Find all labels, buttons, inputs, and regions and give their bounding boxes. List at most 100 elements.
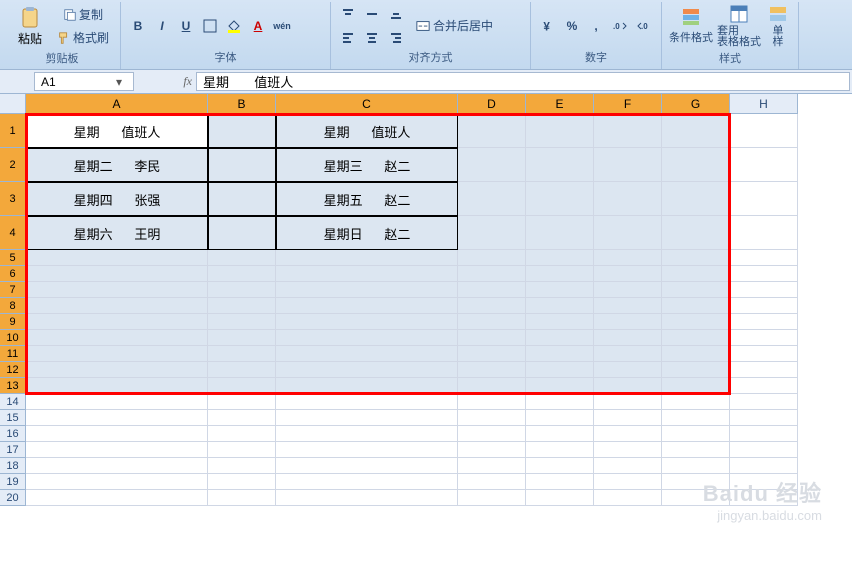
align-top-button[interactable] bbox=[337, 3, 359, 25]
row-header-20[interactable]: 20 bbox=[0, 490, 26, 506]
cell-C17[interactable] bbox=[276, 442, 458, 458]
cell-B20[interactable] bbox=[208, 490, 276, 506]
row-header-13[interactable]: 13 bbox=[0, 378, 26, 394]
cell-C4[interactable]: 星期日 赵二 bbox=[276, 216, 458, 250]
cell-H15[interactable] bbox=[730, 410, 798, 426]
cell-B1[interactable] bbox=[208, 114, 276, 148]
row-header-16[interactable]: 16 bbox=[0, 426, 26, 442]
cell-F2[interactable] bbox=[594, 148, 662, 182]
cell-F9[interactable] bbox=[594, 314, 662, 330]
cell-C15[interactable] bbox=[276, 410, 458, 426]
cell-C12[interactable] bbox=[276, 362, 458, 378]
cell-F12[interactable] bbox=[594, 362, 662, 378]
cell-E2[interactable] bbox=[526, 148, 594, 182]
cell-E7[interactable] bbox=[526, 282, 594, 298]
currency-button[interactable]: ¥ bbox=[537, 15, 559, 37]
col-header-D[interactable]: D bbox=[458, 94, 526, 114]
cell-F10[interactable] bbox=[594, 330, 662, 346]
cell-H8[interactable] bbox=[730, 298, 798, 314]
cell-C18[interactable] bbox=[276, 458, 458, 474]
cell-C2[interactable]: 星期三 赵二 bbox=[276, 148, 458, 182]
cell-D19[interactable] bbox=[458, 474, 526, 490]
cell-H18[interactable] bbox=[730, 458, 798, 474]
row-header-6[interactable]: 6 bbox=[0, 266, 26, 282]
col-header-H[interactable]: H bbox=[730, 94, 798, 114]
cell-B3[interactable] bbox=[208, 182, 276, 216]
cell-F8[interactable] bbox=[594, 298, 662, 314]
cell-H6[interactable] bbox=[730, 266, 798, 282]
row-header-18[interactable]: 18 bbox=[0, 458, 26, 474]
percent-button[interactable]: % bbox=[561, 15, 583, 37]
cell-F13[interactable] bbox=[594, 378, 662, 394]
cell-F7[interactable] bbox=[594, 282, 662, 298]
cell-G4[interactable] bbox=[662, 216, 730, 250]
cell-H12[interactable] bbox=[730, 362, 798, 378]
table-format-button[interactable]: 套用 表格格式 bbox=[716, 2, 762, 50]
cell-B9[interactable] bbox=[208, 314, 276, 330]
cell-D10[interactable] bbox=[458, 330, 526, 346]
row-header-5[interactable]: 5 bbox=[0, 250, 26, 266]
cell-G7[interactable] bbox=[662, 282, 730, 298]
cell-F4[interactable] bbox=[594, 216, 662, 250]
formula-input[interactable]: 星期 值班人 bbox=[196, 72, 850, 91]
row-header-10[interactable]: 10 bbox=[0, 330, 26, 346]
cell-G10[interactable] bbox=[662, 330, 730, 346]
name-box[interactable]: A1 ▾ bbox=[34, 72, 134, 91]
cell-B2[interactable] bbox=[208, 148, 276, 182]
cell-C5[interactable] bbox=[276, 250, 458, 266]
cell-D11[interactable] bbox=[458, 346, 526, 362]
row-header-3[interactable]: 3 bbox=[0, 182, 26, 216]
col-header-A[interactable]: A bbox=[26, 94, 208, 114]
cell-G9[interactable] bbox=[662, 314, 730, 330]
cell-H17[interactable] bbox=[730, 442, 798, 458]
align-bottom-button[interactable] bbox=[385, 3, 407, 25]
col-header-E[interactable]: E bbox=[526, 94, 594, 114]
conditional-format-button[interactable]: 条件格式 bbox=[668, 2, 714, 50]
cell-B18[interactable] bbox=[208, 458, 276, 474]
cell-H10[interactable] bbox=[730, 330, 798, 346]
cell-E3[interactable] bbox=[526, 182, 594, 216]
cell-A2[interactable]: 星期二 李民 bbox=[26, 148, 208, 182]
cell-B14[interactable] bbox=[208, 394, 276, 410]
cell-E6[interactable] bbox=[526, 266, 594, 282]
row-header-14[interactable]: 14 bbox=[0, 394, 26, 410]
row-header-9[interactable]: 9 bbox=[0, 314, 26, 330]
align-middle-button[interactable] bbox=[361, 3, 383, 25]
cell-D17[interactable] bbox=[458, 442, 526, 458]
cell-F11[interactable] bbox=[594, 346, 662, 362]
copy-button[interactable]: 复制 bbox=[52, 4, 114, 26]
cell-G8[interactable] bbox=[662, 298, 730, 314]
paste-button[interactable]: 粘贴 bbox=[10, 2, 50, 50]
cell-A6[interactable] bbox=[26, 266, 208, 282]
cell-D2[interactable] bbox=[458, 148, 526, 182]
cell-H3[interactable] bbox=[730, 182, 798, 216]
cell-B7[interactable] bbox=[208, 282, 276, 298]
cell-D13[interactable] bbox=[458, 378, 526, 394]
cell-D12[interactable] bbox=[458, 362, 526, 378]
cell-E14[interactable] bbox=[526, 394, 594, 410]
cell-B10[interactable] bbox=[208, 330, 276, 346]
row-header-1[interactable]: 1 bbox=[0, 114, 26, 148]
cell-D9[interactable] bbox=[458, 314, 526, 330]
align-center-button[interactable] bbox=[361, 26, 383, 48]
cell-D18[interactable] bbox=[458, 458, 526, 474]
cell-C14[interactable] bbox=[276, 394, 458, 410]
cell-F20[interactable] bbox=[594, 490, 662, 506]
cell-G5[interactable] bbox=[662, 250, 730, 266]
cell-G6[interactable] bbox=[662, 266, 730, 282]
row-header-19[interactable]: 19 bbox=[0, 474, 26, 490]
cell-G16[interactable] bbox=[662, 426, 730, 442]
cell-B4[interactable] bbox=[208, 216, 276, 250]
cell-B5[interactable] bbox=[208, 250, 276, 266]
row-header-7[interactable]: 7 bbox=[0, 282, 26, 298]
name-box-dropdown[interactable]: ▾ bbox=[111, 75, 127, 89]
cell-E8[interactable] bbox=[526, 298, 594, 314]
cell-A15[interactable] bbox=[26, 410, 208, 426]
cell-D16[interactable] bbox=[458, 426, 526, 442]
cell-C19[interactable] bbox=[276, 474, 458, 490]
cell-F6[interactable] bbox=[594, 266, 662, 282]
cell-A13[interactable] bbox=[26, 378, 208, 394]
italic-button[interactable]: I bbox=[151, 15, 173, 37]
cell-E11[interactable] bbox=[526, 346, 594, 362]
cell-C1[interactable]: 星期 值班人 bbox=[276, 114, 458, 148]
